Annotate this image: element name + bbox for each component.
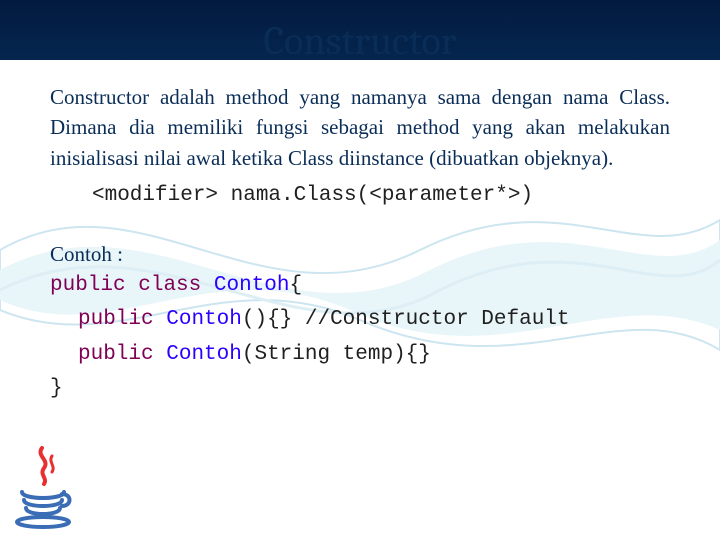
code-example: public class Contoh{ public Contoh(){} /… (50, 271, 670, 405)
code-line-4: } (50, 374, 670, 404)
example-label: Contoh : (50, 242, 670, 267)
code-line-2: public Contoh(){} //Constructor Default (50, 305, 670, 335)
syntax-line: <modifier> nama.Class(<parameter*>) (50, 181, 670, 211)
code-line-1: public class Contoh{ (50, 271, 670, 301)
page-title: Constructor (50, 18, 670, 64)
code-line-3: public Contoh(String temp){} (50, 340, 670, 370)
constructor-description: Constructor adalah method yang namanya s… (50, 82, 670, 173)
slide-content: Constructor Constructor adalah method ya… (0, 0, 720, 540)
java-logo-icon (8, 442, 78, 532)
